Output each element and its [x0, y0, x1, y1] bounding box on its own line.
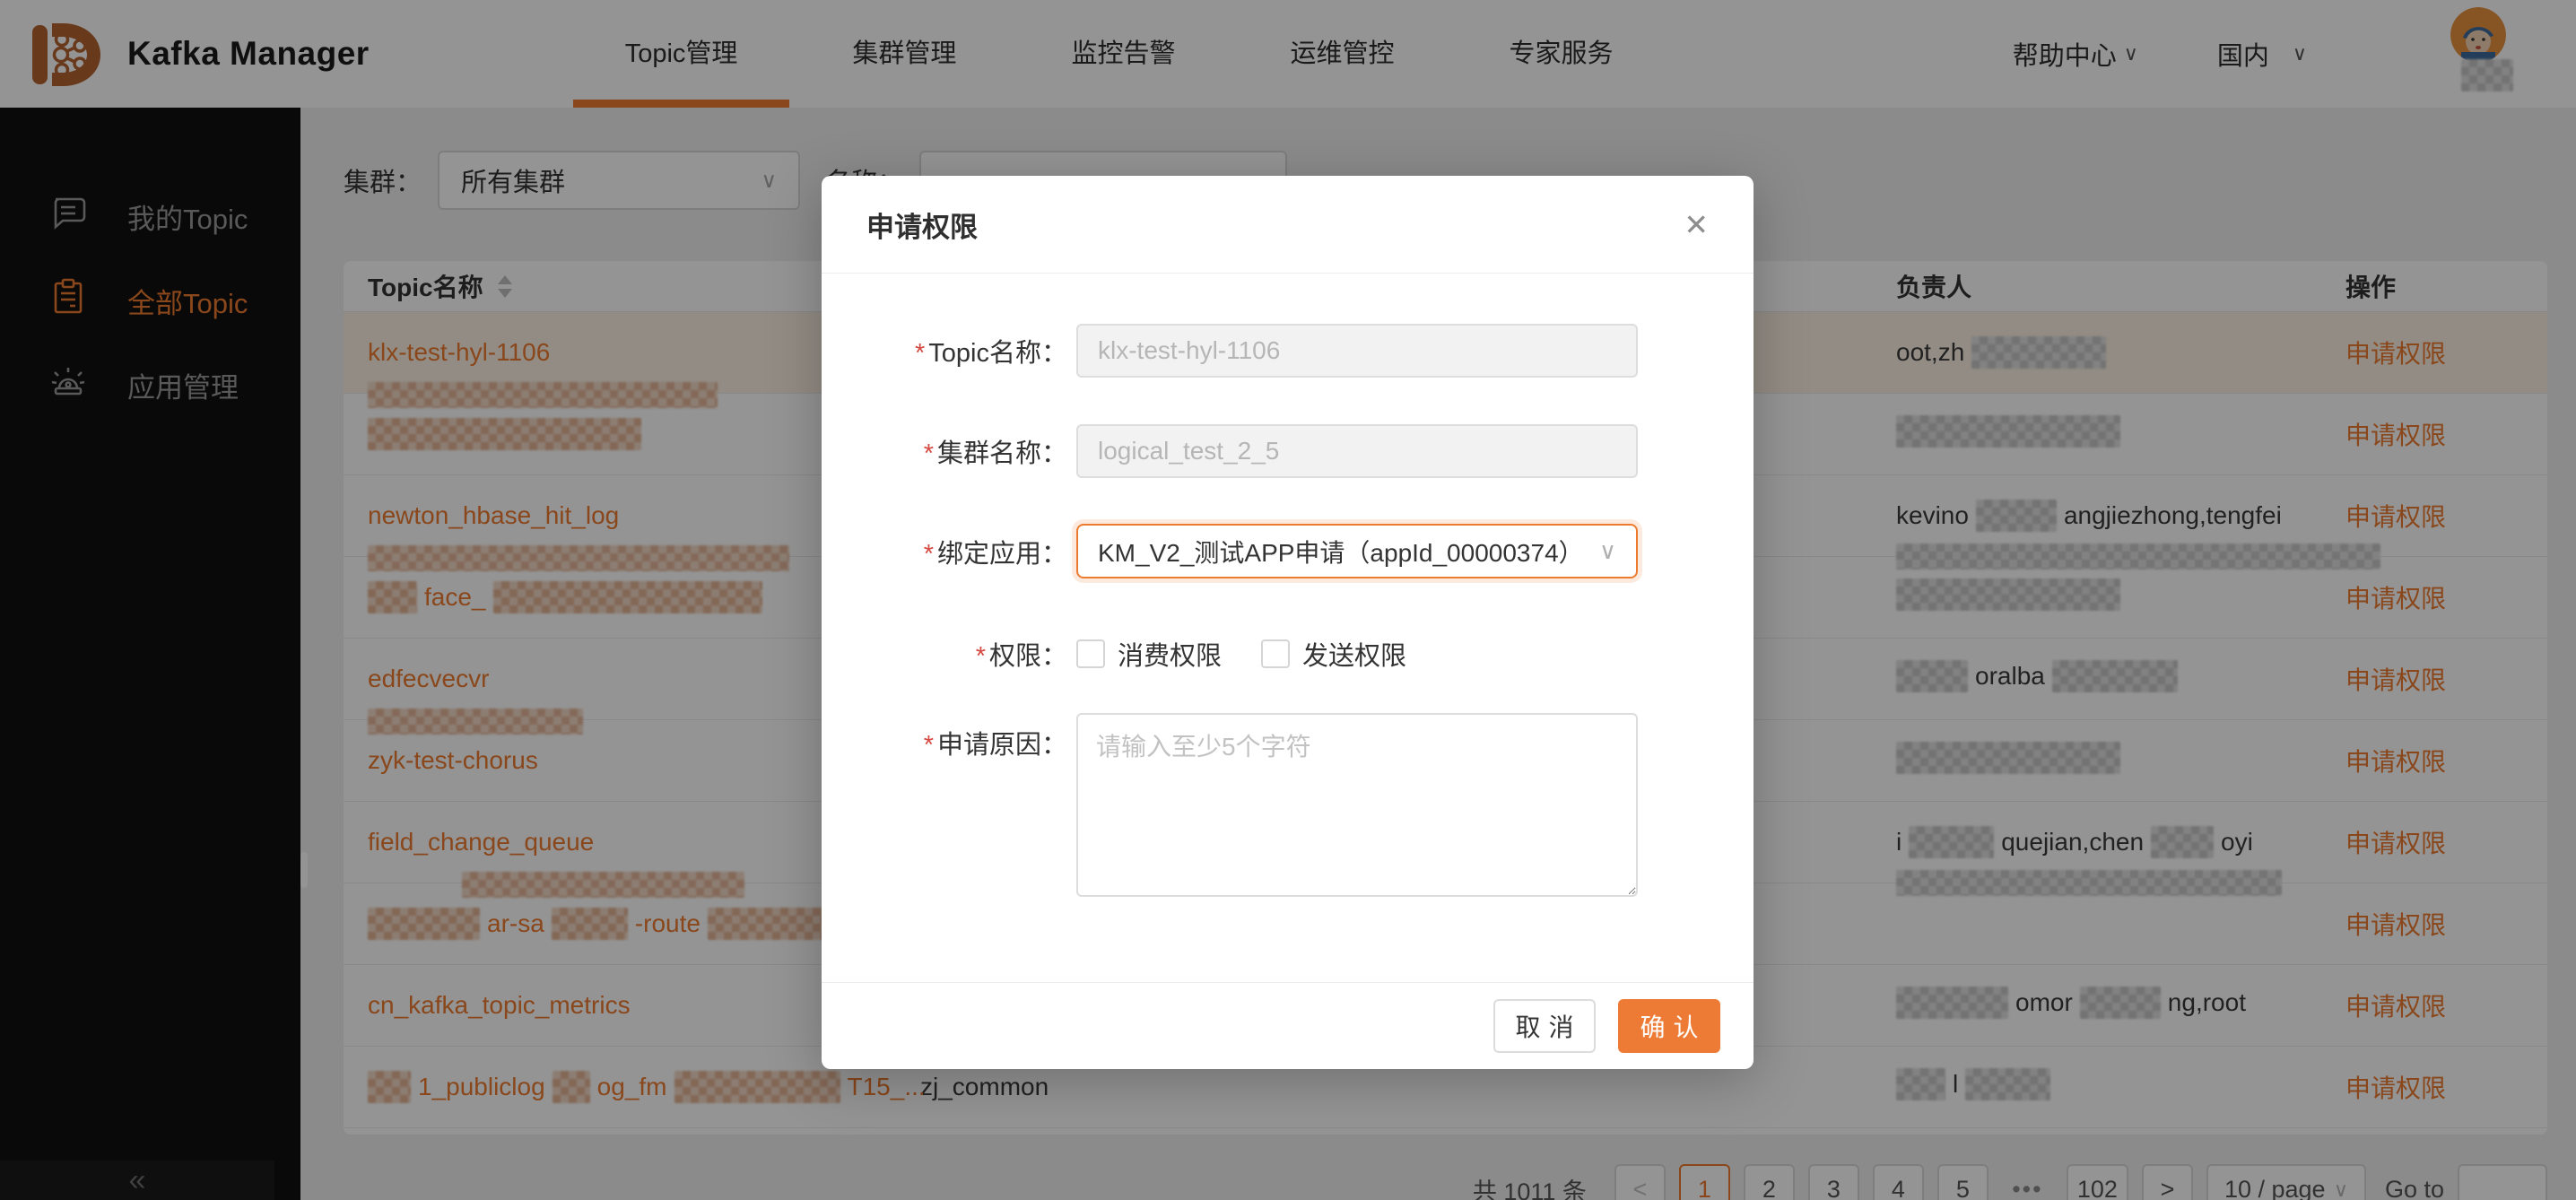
required-asterisk: *	[976, 642, 986, 671]
apply-permission-dialog: 申请权限 ✕ *Topic名称： klx-test-hyl-1106 *集群名称…	[822, 176, 1754, 1069]
required-asterisk: *	[924, 540, 934, 569]
form-row-cluster: *集群名称： logical_test_2_5	[822, 424, 1754, 478]
required-asterisk: *	[924, 439, 934, 468]
confirm-button[interactable]: 确认	[1618, 999, 1720, 1053]
required-asterisk: *	[924, 731, 934, 760]
dialog-header: 申请权限 ✕	[822, 176, 1754, 274]
cancel-label: 取消	[1515, 1008, 1581, 1044]
send-permission-checkbox[interactable]: 发送权限	[1261, 635, 1406, 673]
bind-app-label: 绑定应用：	[937, 540, 1067, 569]
topic-name-input[interactable]: klx-test-hyl-1106	[1076, 324, 1638, 378]
topic-name-label: Topic名称：	[928, 339, 1067, 368]
cancel-button[interactable]: 取消	[1493, 999, 1596, 1053]
kafka-manager-app: Kafka Manager Topic管理集群管理监控告警运维管控专家服务 帮助…	[0, 0, 2576, 1200]
form-row-permission: *权限： 消费权限 发送权限	[822, 635, 1754, 673]
dialog-title: 申请权限	[866, 204, 978, 245]
cluster-name-label: 集群名称：	[937, 439, 1067, 468]
dialog-footer: 取消 确认	[822, 982, 1754, 1069]
bind-app-value: KM_V2_测试APP申请（appId_00000374）	[1098, 534, 1584, 570]
reason-label: 申请原因：	[937, 731, 1067, 760]
required-asterisk: *	[915, 339, 925, 368]
cluster-name-input[interactable]: logical_test_2_5	[1076, 424, 1638, 478]
chevron-down-icon: ∨	[1599, 537, 1616, 565]
form-row-topic: *Topic名称： klx-test-hyl-1106	[822, 324, 1754, 378]
consume-permission-checkbox[interactable]: 消费权限	[1076, 635, 1222, 673]
bind-app-select[interactable]: KM_V2_测试APP申请（appId_00000374） ∨	[1076, 524, 1638, 578]
checkbox-icon	[1076, 639, 1105, 668]
reason-textarea[interactable]	[1076, 713, 1638, 897]
checkbox-icon	[1261, 639, 1290, 668]
permission-label: 权限：	[989, 642, 1067, 671]
close-icon[interactable]: ✕	[1684, 210, 1709, 239]
send-permission-label: 发送权限	[1302, 635, 1406, 673]
confirm-label: 确认	[1640, 1008, 1706, 1044]
consume-permission-label: 消费权限	[1118, 635, 1222, 673]
form-row-app: *绑定应用： KM_V2_测试APP申请（appId_00000374） ∨	[822, 524, 1754, 578]
form-row-reason: *申请原因：	[822, 713, 1754, 897]
